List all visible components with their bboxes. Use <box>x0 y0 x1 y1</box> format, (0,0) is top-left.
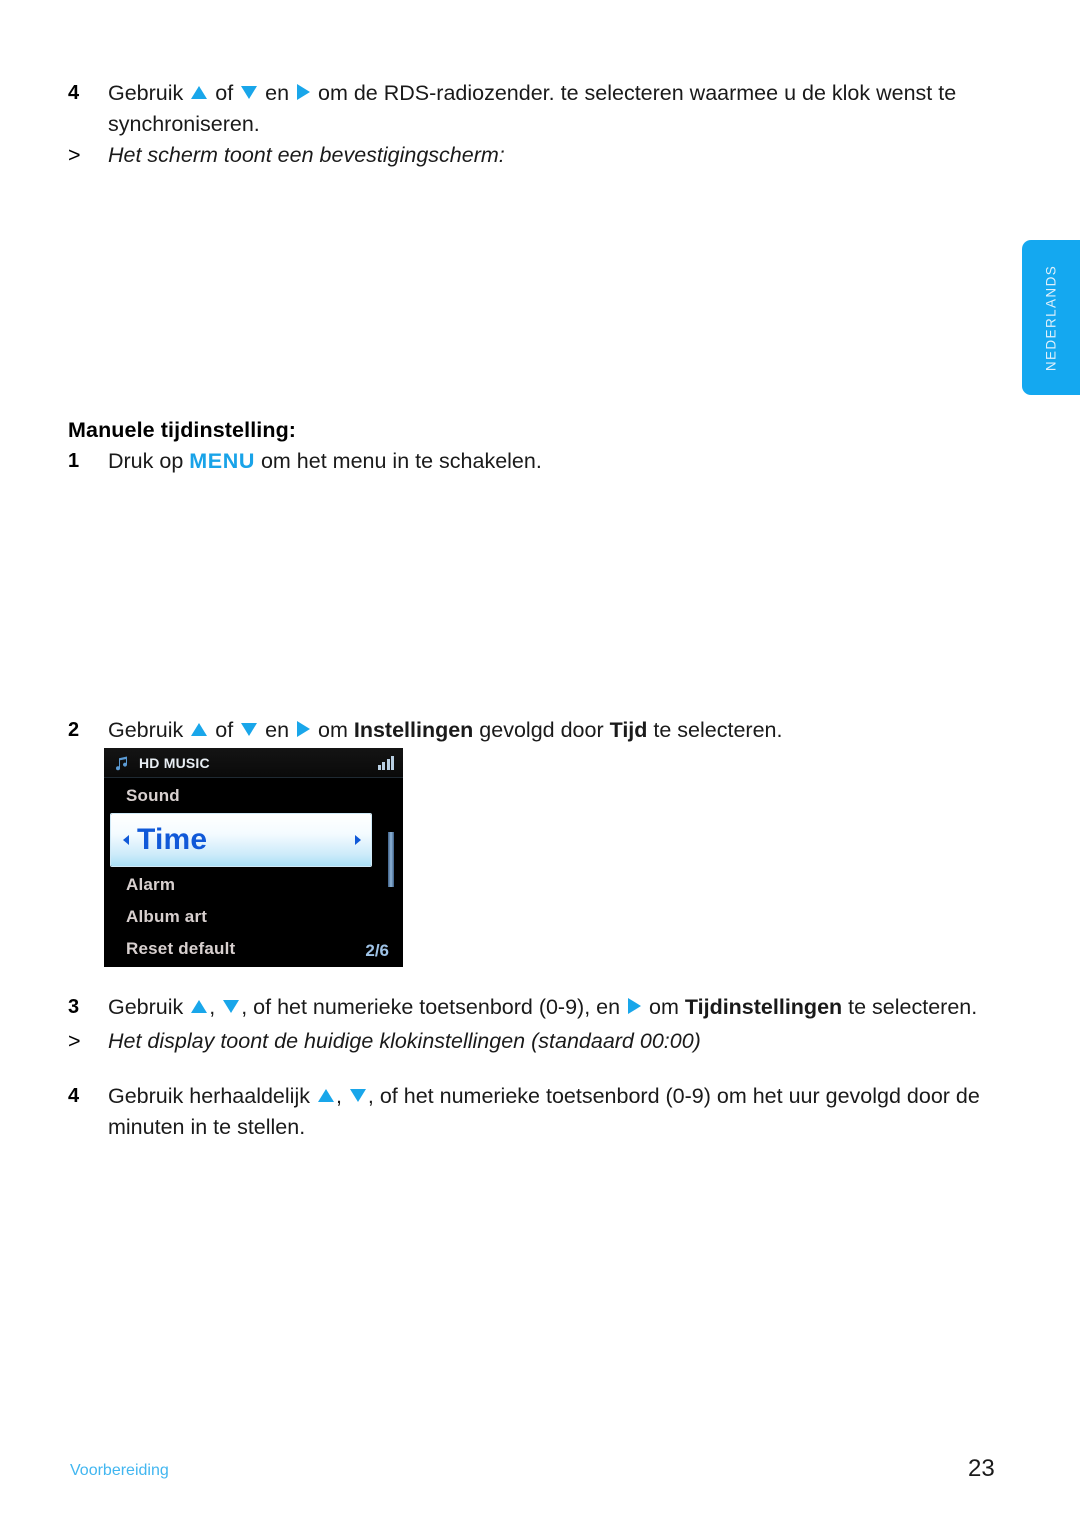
footer-section-label: Voorbereiding <box>70 1462 169 1479</box>
menu-item-tijd: Tijd <box>609 718 648 742</box>
step-text-a: Gebruik herhaaldelijk <box>108 1084 316 1108</box>
step-number: 1 <box>68 450 80 472</box>
step-number: 4 <box>68 82 80 104</box>
step-text-d: om <box>643 995 685 1019</box>
step-2: 2 Gebruik of en om Instellingen gevolgd … <box>68 715 980 746</box>
step-text-b: , <box>335 1084 348 1108</box>
note-text: Het scherm toont een bevestigingscherm: <box>108 143 505 167</box>
language-tab-label: NEDERLANDS <box>1043 264 1059 371</box>
arrow-right-icon <box>297 84 311 100</box>
step-text-b: of <box>209 81 240 105</box>
device-menu-item-reset-default[interactable]: Reset default <box>104 933 403 965</box>
note-marker: > <box>68 143 81 167</box>
note-text: Het display toont de huidige klokinstell… <box>108 1029 701 1053</box>
music-note-icon <box>114 755 131 771</box>
device-menu-item-album-art[interactable]: Album art <box>104 901 403 933</box>
device-menu-item-sound[interactable]: Sound <box>104 780 403 812</box>
section-subheading: Manuele tijdinstelling: <box>68 418 297 442</box>
device-menu-item-label: Reset default <box>126 939 236 958</box>
arrow-down-icon <box>349 1089 366 1102</box>
device-scrollbar-thumb[interactable] <box>388 832 394 887</box>
step-number: 3 <box>68 996 80 1018</box>
document-page: NEDERLANDS 4 Gebruik of en om de RDS-rad… <box>0 0 1080 1527</box>
menu-item-instellingen: Instellingen <box>353 718 474 742</box>
device-menu-list: Sound Time Alarm Album art Reset default… <box>104 778 403 965</box>
note-marker: > <box>68 1029 81 1053</box>
arrow-up-icon <box>317 1089 334 1102</box>
footer-page-number: 23 <box>968 1455 995 1482</box>
step-text-a: Druk op <box>108 449 190 473</box>
step-text-a: Gebruik <box>108 995 190 1019</box>
step-text-c: , of het numerieke toetsenbord (0-9), en <box>241 995 627 1019</box>
step-text-b: of <box>209 718 240 742</box>
step-text-f: te selecteren. <box>647 718 783 742</box>
chevron-left-icon <box>123 835 129 845</box>
device-page-counter: 2/6 <box>365 941 389 960</box>
step-3: 3 Gebruik , , of het numerieke toetsenbo… <box>68 992 980 1023</box>
arrow-down-icon <box>241 86 258 99</box>
step-text-c: en <box>259 718 296 742</box>
menu-item-tijdinstellingen: Tijdinstellingen <box>684 995 843 1019</box>
step-4-top: 4 Gebruik of en om de RDS-radiozender. t… <box>68 78 980 140</box>
note-top: > Het scherm toont een bevestigingscherm… <box>68 140 980 171</box>
step-text-b: om het menu in te schakelen. <box>254 449 542 473</box>
step-text-c: en <box>259 81 296 105</box>
device-screen-screenshot: HD MUSIC Sound Time Alarm Album art Rese… <box>104 748 403 967</box>
step-text: Gebruik herhaaldelijk , , of het numerie… <box>108 1081 980 1143</box>
device-status-bar: HD MUSIC <box>104 748 403 778</box>
step-text-a: Gebruik <box>108 81 190 105</box>
step-text-d: om <box>312 718 354 742</box>
step-text: Druk op MENU om het menu in te schakelen… <box>108 446 980 477</box>
step-number: 4 <box>68 1085 80 1107</box>
arrow-up-icon <box>191 723 208 736</box>
arrow-down-icon <box>241 723 258 736</box>
step-text: Gebruik , , of het numerieke toetsenbord… <box>108 992 980 1023</box>
arrow-up-icon <box>191 1000 208 1013</box>
step-text-e: te selecteren. <box>842 995 978 1019</box>
note-mid: > Het display toont de huidige klokinste… <box>68 1026 980 1057</box>
device-menu-item-label: Time <box>137 823 208 856</box>
arrow-right-icon <box>628 998 642 1014</box>
arrow-right-icon <box>297 721 311 737</box>
menu-key-label: MENU <box>189 449 255 473</box>
arrow-up-icon <box>191 86 208 99</box>
arrow-down-icon <box>223 1000 240 1013</box>
step-text: Gebruik of en om Instellingen gevolgd do… <box>108 715 980 746</box>
chevron-right-icon <box>355 835 361 845</box>
step-text-a: Gebruik <box>108 718 190 742</box>
signal-strength-icon <box>376 755 394 770</box>
device-menu-item-time[interactable]: Time <box>111 814 371 866</box>
step-number: 2 <box>68 719 80 741</box>
step-text-b: , <box>209 995 222 1019</box>
device-title: HD MUSIC <box>139 754 210 771</box>
step-text-e: gevolgd door <box>473 718 610 742</box>
step-text: Gebruik of en om de RDS-radiozender. te … <box>108 78 980 140</box>
language-tab-nederlands: NEDERLANDS <box>1022 240 1080 395</box>
device-menu-item-alarm[interactable]: Alarm <box>104 869 403 901</box>
step-4-bottom: 4 Gebruik herhaaldelijk , , of het numer… <box>68 1081 980 1143</box>
step-1: 1 Druk op MENU om het menu in te schakel… <box>68 446 980 477</box>
